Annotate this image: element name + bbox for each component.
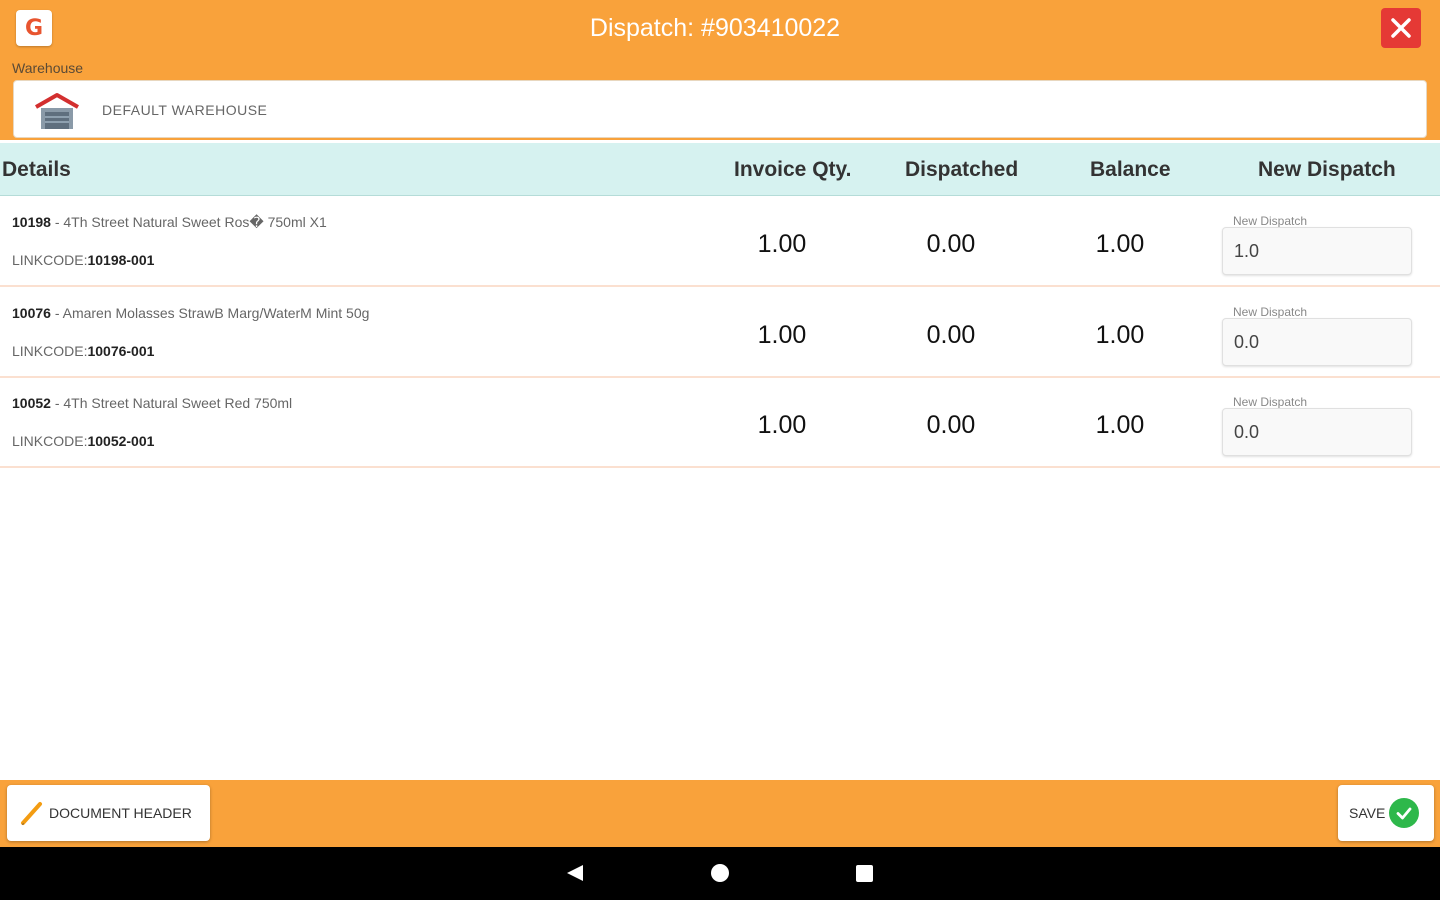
- close-icon: [1391, 18, 1411, 38]
- linkcode-label: LINKCODE:: [12, 343, 88, 359]
- system-nav-bar: [0, 847, 1440, 900]
- save-label: SAVE: [1349, 805, 1386, 821]
- item-separator: -: [50, 214, 64, 230]
- table-row: 10052 - 4Th Street Natural Sweet Red 750…: [0, 378, 1440, 468]
- item-description: 10052 - 4Th Street Natural Sweet Red 750…: [12, 395, 292, 411]
- balance-value: 1.00: [1095, 411, 1145, 439]
- app-header: G Dispatch: #903410022 Warehouse DEFAULT…: [0, 0, 1440, 140]
- warehouse-icon: [35, 93, 79, 129]
- item-name: 4Th Street Natural Sweet Red 750ml: [63, 395, 293, 411]
- table-row: 10076 - Amaren Molasses StrawB Marg/Wate…: [0, 288, 1440, 378]
- column-header-dispatched: Dispatched: [905, 158, 1019, 181]
- item-description: 10198 - 4Th Street Natural Sweet Ros� 75…: [12, 214, 327, 231]
- item-name: Amaren Molasses StrawB Marg/WaterM Mint …: [62, 305, 370, 321]
- item-linkcode: LINKCODE:10076-001: [12, 343, 154, 359]
- recent-apps-icon[interactable]: [856, 865, 873, 882]
- new-dispatch-input[interactable]: [1222, 408, 1412, 456]
- table-row: 10198 - 4Th Street Natural Sweet Ros� 75…: [0, 197, 1440, 287]
- new-dispatch-label: New Dispatch: [1233, 395, 1308, 409]
- linkcode-value: 10052-001: [87, 433, 155, 449]
- item-name: 4Th Street Natural Sweet Ros� 750ml X1: [63, 214, 327, 230]
- document-header-label: DOCUMENT HEADER: [49, 805, 192, 821]
- pencil-icon: [21, 802, 42, 825]
- back-icon[interactable]: [565, 863, 585, 883]
- invoice-qty-value: 1.00: [757, 411, 807, 439]
- new-dispatch-input[interactable]: [1222, 227, 1412, 275]
- dispatched-value: 0.00: [926, 230, 976, 258]
- warehouse-selector[interactable]: DEFAULT WAREHOUSE: [13, 80, 1427, 138]
- table-header: Details Invoice Qty. Dispatched Balance …: [0, 143, 1440, 196]
- column-header-balance: Balance: [1090, 158, 1171, 181]
- new-dispatch-input[interactable]: [1222, 318, 1412, 366]
- balance-value: 1.00: [1095, 230, 1145, 258]
- dispatched-value: 0.00: [926, 321, 976, 349]
- page-title: Dispatch: #903410022: [589, 14, 841, 42]
- linkcode-label: LINKCODE:: [12, 252, 88, 268]
- dispatched-value: 0.00: [926, 411, 976, 439]
- linkcode-label: LINKCODE:: [12, 433, 88, 449]
- column-header-new-dispatch: New Dispatch: [1258, 158, 1396, 181]
- warehouse-label: Warehouse: [12, 60, 84, 76]
- balance-value: 1.00: [1095, 321, 1145, 349]
- item-code: 10076: [12, 305, 51, 321]
- document-header-button[interactable]: DOCUMENT HEADER: [7, 785, 210, 841]
- column-header-invoice-qty: Invoice Qty.: [734, 158, 852, 181]
- invoice-qty-value: 1.00: [757, 230, 807, 258]
- footer-toolbar: DOCUMENT HEADER SAVE: [0, 780, 1440, 847]
- column-header-details: Details: [2, 158, 71, 181]
- item-linkcode: LINKCODE:10052-001: [12, 433, 154, 449]
- item-separator: -: [50, 305, 63, 321]
- item-code: 10198: [12, 214, 51, 230]
- item-separator: -: [50, 395, 64, 411]
- save-button[interactable]: SAVE: [1338, 785, 1434, 841]
- new-dispatch-label: New Dispatch: [1233, 214, 1308, 228]
- item-linkcode: LINKCODE:10198-001: [12, 252, 154, 268]
- check-circle-icon: [1389, 798, 1420, 828]
- close-button[interactable]: [1381, 8, 1421, 48]
- item-description: 10076 - Amaren Molasses StrawB Marg/Wate…: [12, 305, 369, 321]
- warehouse-name: DEFAULT WAREHOUSE: [102, 102, 268, 118]
- linkcode-value: 10198-001: [87, 252, 155, 268]
- item-code: 10052: [12, 395, 51, 411]
- invoice-qty-value: 1.00: [757, 321, 807, 349]
- linkcode-value: 10076-001: [87, 343, 155, 359]
- home-icon[interactable]: [711, 864, 729, 882]
- new-dispatch-label: New Dispatch: [1233, 305, 1308, 319]
